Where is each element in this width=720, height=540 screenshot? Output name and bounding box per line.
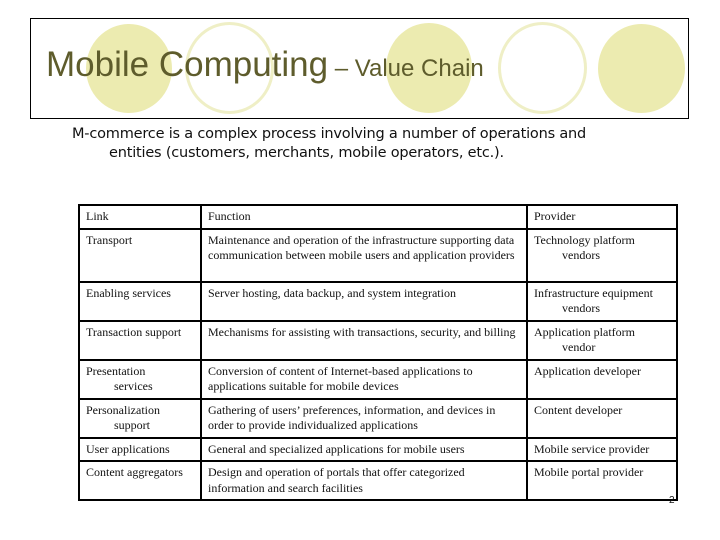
cell-provider-line: Application platform (534, 324, 635, 339)
cell-link: Transport (78, 227, 202, 283)
title-box: Mobile Computing – Value Chain (30, 18, 689, 119)
cell-link-line: Content aggregators (86, 465, 183, 479)
table-row: Transaction support Mechanisms for assist… (78, 319, 678, 361)
cell-provider: Application platform vendor (526, 319, 678, 361)
cell-link-line: Transaction support (86, 324, 182, 339)
value-chain-table: Link Function Provider Transport Maintena… (78, 204, 678, 501)
cell-provider: Content developer (526, 397, 678, 439)
cell-link-line: Transport (86, 232, 133, 247)
cell-provider-line: Application developer (534, 363, 641, 378)
cell-provider: Infrastructure equipment vendors (526, 280, 678, 322)
table-row: Personalization support Gathering of users… (78, 397, 678, 439)
cell-provider: Application developer (526, 358, 678, 400)
header-link: Link (78, 204, 202, 230)
cell-function: Design and operation of portals that off… (200, 460, 528, 501)
intro-paragraph: M-commerce is a complex process involvin… (72, 125, 692, 163)
cell-provider: Mobile service provider (526, 436, 678, 462)
table-row: Enabling services Server hosting, data ba… (78, 280, 678, 322)
cell-link: Enabling services (78, 280, 202, 322)
decorative-circle-outline (498, 22, 587, 114)
cell-link-line: services (114, 379, 153, 393)
cell-link: Content aggregators (78, 460, 202, 501)
cell-link-line: support (114, 418, 150, 432)
page-number: 2 (669, 495, 675, 506)
table-row: Presentation services Conversion of conten… (78, 358, 678, 400)
slide-title: Mobile Computing – Value Chain (46, 47, 484, 82)
table-row: Content aggregators Design and operation … (78, 460, 678, 501)
cell-link: Transaction support (78, 319, 202, 361)
cell-provider: Mobile portal provider (526, 460, 678, 501)
cell-provider-line: Infrastructure equipment (534, 285, 653, 300)
intro-line-1: M-commerce is a complex process involvin… (72, 126, 587, 142)
cell-link-line: User applications (86, 441, 170, 456)
decorative-circle-filled (598, 24, 685, 113)
cell-link-line: Enabling services (86, 285, 171, 300)
table-header-row: Link Function Provider (78, 204, 678, 230)
cell-provider-line: vendors (562, 301, 600, 315)
cell-function: Maintenance and operation of the infrast… (200, 227, 528, 283)
cell-provider-line: Content developer (534, 402, 623, 417)
cell-provider-line: Technology platform (534, 232, 635, 247)
cell-link-line: Presentation (86, 363, 146, 378)
cell-link: User applications (78, 436, 202, 462)
slide-title-sub: – Value Chain (328, 55, 484, 82)
cell-function: Server hosting, data backup, and system … (200, 280, 528, 322)
cell-provider: Technology platform vendors (526, 227, 678, 283)
cell-link: Presentation services (78, 358, 202, 400)
cell-function: Gathering of users’ preferences, informa… (200, 397, 528, 439)
table-row: Transport Maintenance and operation of th… (78, 227, 678, 283)
header-provider: Provider (526, 204, 678, 230)
table-row: User applications General and specialized… (78, 436, 678, 462)
cell-link-line: Personalization (86, 402, 160, 417)
cell-link: Personalization support (78, 397, 202, 439)
cell-function: General and specialized applications for… (200, 436, 528, 462)
header-function: Function (200, 204, 528, 230)
cell-function: Mechanisms for assisting with transactio… (200, 319, 528, 361)
cell-provider-line: Mobile service provider (534, 441, 650, 456)
intro-line-2: entities (customers, merchants, mobile o… (109, 145, 504, 161)
cell-provider-line: vendors (562, 248, 600, 262)
slide-title-main: Mobile Computing (46, 45, 329, 84)
cell-function: Conversion of content of Internet-based … (200, 358, 528, 400)
cell-provider-line: Mobile portal provider (534, 465, 644, 479)
cell-provider-line: vendor (562, 340, 596, 354)
